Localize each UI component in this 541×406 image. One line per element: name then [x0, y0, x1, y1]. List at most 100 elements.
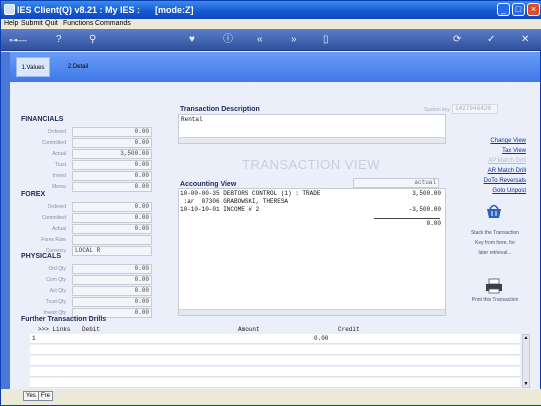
transaction-description-label: Transaction Description [180, 106, 260, 113]
accounting-line: 10-00-00-35 DEBTORS CONTROL (1) : TRADE [180, 190, 321, 197]
fast-forward-icon[interactable]: » [291, 34, 297, 46]
fin-memo-field[interactable]: 0.00 [72, 182, 152, 192]
ph-act-label: Act Qty [49, 288, 66, 294]
maximize-button[interactable]: □ [512, 3, 525, 16]
ph-com-field[interactable]: 0.00 [72, 275, 152, 285]
table-row[interactable] [30, 345, 520, 355]
table-row[interactable] [30, 367, 520, 377]
accounting-line: 10-10-10-01 INCOME # 2 [180, 206, 260, 213]
goto-unpost-link[interactable]: Goto Unpost [456, 188, 526, 194]
printer-icon[interactable] [484, 278, 504, 294]
change-view-link[interactable]: Change View [456, 138, 526, 144]
status-bar: Yes Fre [1, 389, 541, 405]
heart-icon[interactable]: ♥ [189, 34, 195, 46]
print-hint: Print this Transaction [471, 297, 519, 303]
col-links-header: >>> Links [38, 326, 71, 333]
ph-trust-field[interactable]: 0.00 [72, 297, 152, 307]
fx-committed-field[interactable]: 0.00 [72, 213, 152, 223]
fin-committed-label: Committed [41, 140, 66, 146]
fin-invest-field[interactable]: 0.00 [72, 171, 152, 181]
fin-actual-label: Actual [52, 151, 66, 157]
fx-actual-field[interactable]: 0.00 [72, 224, 152, 234]
tab-strip: 1.Values 2.Detail [10, 52, 540, 82]
fin-actual-field[interactable]: 3,500.00 [72, 149, 152, 159]
transaction-description-text: Rental [181, 116, 203, 123]
yes-button[interactable]: Yes [23, 391, 39, 401]
ph-com-label: Com Qty [46, 277, 66, 283]
table-row[interactable] [30, 378, 520, 388]
doto-reversals-link[interactable]: DoTo Reversals [456, 178, 526, 184]
ph-act-field[interactable]: 0.00 [72, 286, 152, 296]
forex-title: FOREX [21, 191, 46, 198]
fx-currency-field[interactable]: LOCAL R [72, 246, 152, 256]
financials-title: FINANCIALS [21, 116, 64, 123]
fx-rate-field[interactable] [72, 235, 152, 245]
accounting-scrollbar[interactable] [179, 309, 445, 315]
transaction-description-field[interactable]: Rental [178, 114, 446, 144]
accounting-view-title: Accounting View [180, 181, 237, 188]
close-icon[interactable]: ✕ [521, 34, 529, 46]
drills-panel: Further Transaction Drills >>> Links Deb… [10, 316, 540, 392]
fin-trust-label: Trust [54, 162, 66, 168]
stack-hint-line: Key from here, for [474, 240, 515, 246]
fin-ordered-label: Ordered [47, 129, 66, 135]
accounting-amount: 3,500.00 [412, 190, 441, 197]
menu-quit[interactable]: Quit [45, 20, 58, 27]
fx-ordered-field[interactable]: 0.00 [72, 202, 152, 212]
close-button[interactable]: × [527, 3, 540, 16]
scroll-down-icon[interactable]: ▼ [523, 381, 529, 387]
fx-committed-label: Committed [41, 215, 66, 221]
menu-commands[interactable]: Commands [95, 20, 131, 27]
table-row[interactable]: 1 0.00 [30, 334, 520, 344]
fin-trust-field[interactable]: 0.00 [72, 160, 152, 170]
fre-button[interactable]: Fre [38, 391, 53, 401]
drills-title: Further Transaction Drills [21, 316, 107, 323]
search-icon[interactable]: ⚲ [89, 34, 96, 46]
stop-icon[interactable]: ▯ [323, 34, 329, 46]
check-icon[interactable]: ✓ [487, 34, 495, 46]
system-key-label: System key [424, 107, 450, 113]
minimize-button[interactable]: _ [497, 3, 510, 16]
total-divider [374, 218, 440, 219]
accounting-total: 0.00 [426, 220, 441, 227]
info-icon[interactable]: ⓘ [223, 34, 233, 46]
description-scrollbar[interactable] [179, 137, 445, 143]
system-key-field: 1427946420 [452, 104, 498, 114]
ar-match-drill-link[interactable]: AR Match Drill [456, 168, 526, 174]
accounting-column-selector[interactable]: actual [353, 178, 439, 188]
app-window: IES Client(Q) v8.21 : My IES : [mode:Z] … [0, 0, 541, 406]
fin-committed-field[interactable]: 0.00 [72, 138, 152, 148]
physicals-title: PHYSICALS [21, 253, 62, 260]
ph-ord-field[interactable]: 0.00 [72, 264, 152, 274]
transaction-view-watermark: TRANSACTION VIEW [242, 157, 381, 172]
menu-functions[interactable]: Functions [63, 20, 93, 27]
sync-icon[interactable]: ⟳ [453, 34, 461, 46]
col-amount-header: Amount [238, 326, 260, 333]
stack-basket-icon[interactable] [484, 202, 504, 220]
drills-scrollbar[interactable]: ▲ ▼ [522, 334, 530, 388]
window-title: IES Client(Q) v8.21 : My IES : [mode:Z] [17, 5, 194, 15]
fx-rate-label: Forex Rate [41, 237, 66, 243]
col-debit-header: Debit [82, 326, 101, 333]
table-row[interactable] [30, 356, 520, 366]
help-icon[interactable]: ? [56, 34, 62, 46]
rewind-icon[interactable]: « [257, 34, 263, 46]
accounting-line: :ar 07306 GRABOWSKI, THERESA [180, 198, 289, 205]
fx-actual-label: Actual [52, 226, 66, 232]
app-icon [4, 4, 15, 15]
tab-detail[interactable]: 2.Detail [64, 57, 92, 77]
drills-header: >>> Links Debit Amount Credit [30, 325, 520, 334]
tax-view-link[interactable]: Tax View [456, 148, 526, 154]
fin-invest-label: Invest [52, 173, 66, 179]
scroll-up-icon[interactable]: ▲ [523, 335, 529, 341]
stack-hint-line: later retrieval... [478, 250, 512, 256]
stack-hint-line: Stack the Transaction [470, 230, 520, 236]
tab-values[interactable]: 1.Values [16, 57, 50, 77]
fx-ordered-label: Ordered [47, 204, 66, 210]
fin-memo-label: Memo [52, 184, 66, 190]
fin-ordered-field[interactable]: 0.00 [72, 127, 152, 137]
menu-submit[interactable]: Submit [21, 20, 43, 27]
back-key-icon[interactable]: ⊶— [9, 34, 27, 46]
menu-help[interactable]: Help [4, 20, 18, 27]
col-credit-header: Credit [338, 326, 360, 333]
